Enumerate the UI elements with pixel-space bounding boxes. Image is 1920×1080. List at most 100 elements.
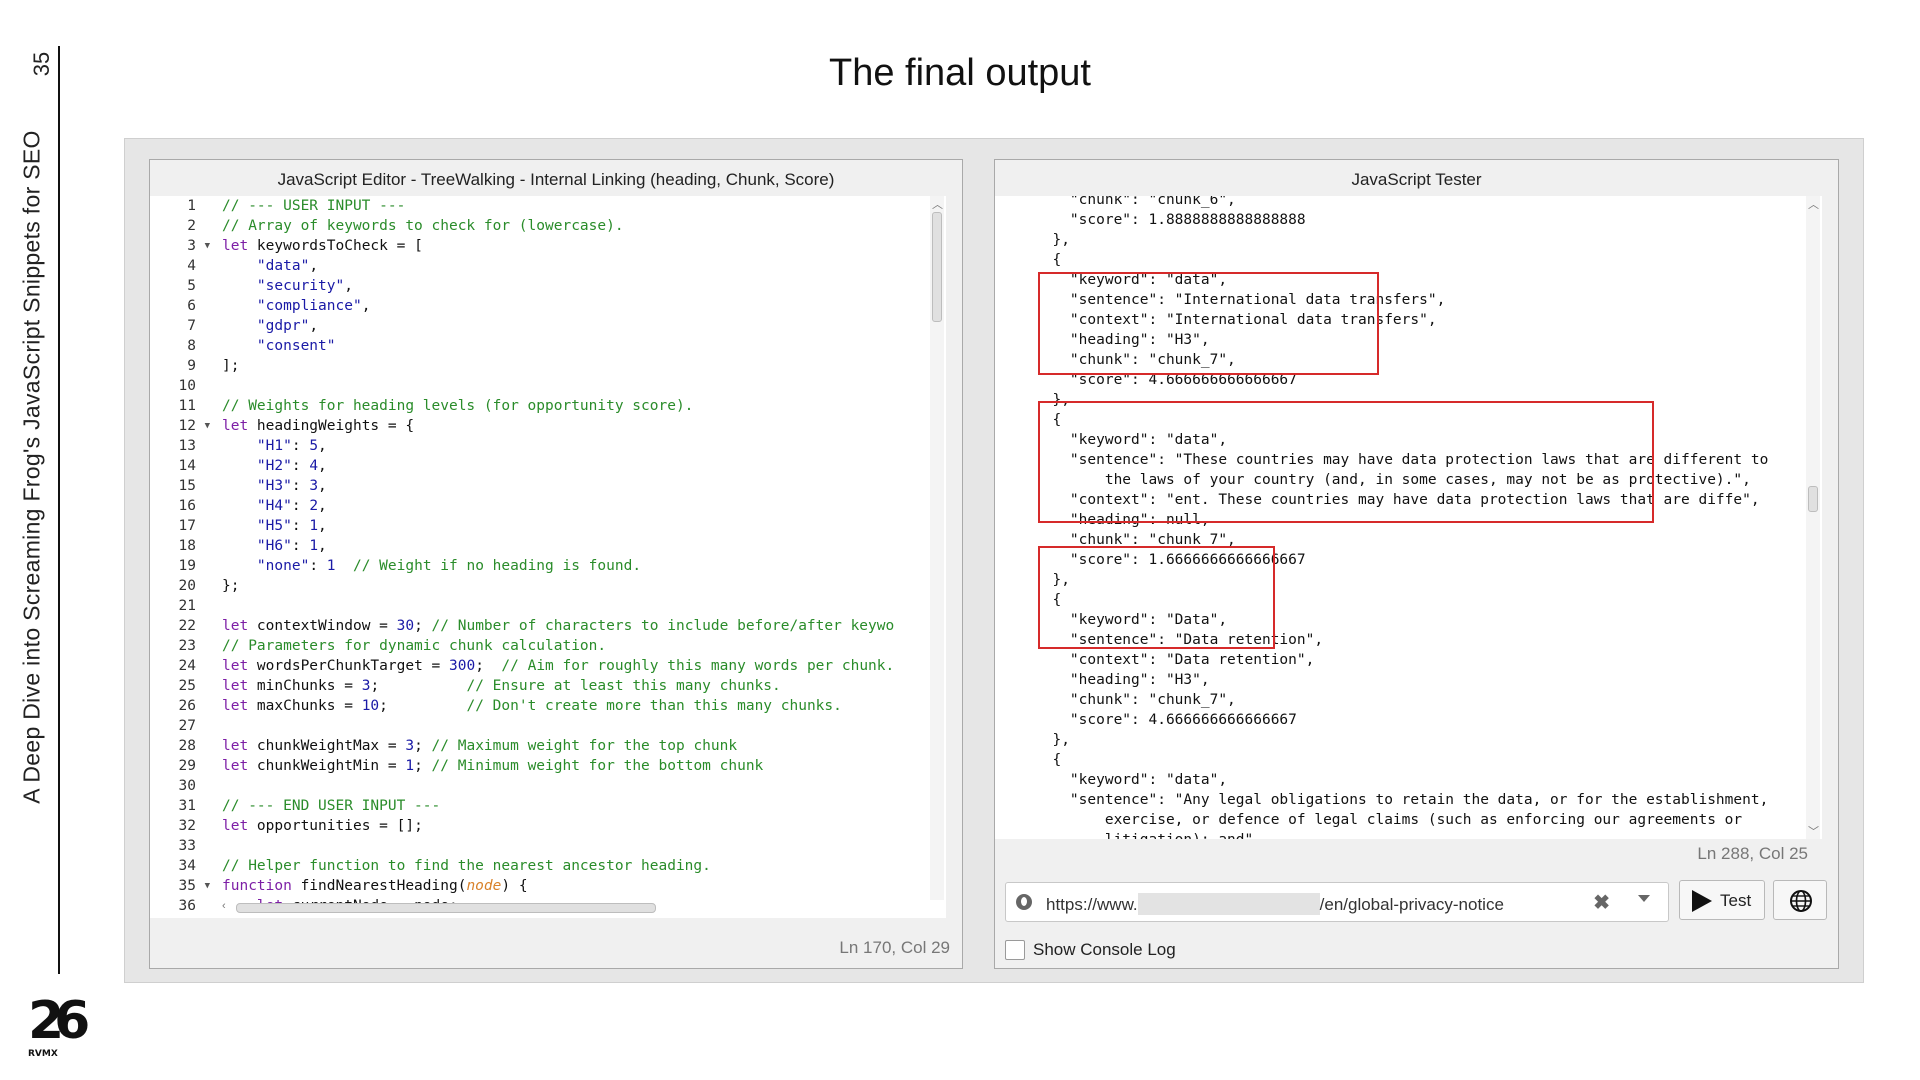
code-token: , [318, 538, 327, 554]
editor-vertical-scrollbar[interactable]: ︿ [930, 196, 944, 900]
code-token: "H2" [256, 458, 292, 474]
code-token: , [318, 498, 327, 514]
code-token: let [222, 678, 249, 694]
code-line[interactable] [222, 716, 946, 736]
show-console-log-checkbox[interactable] [1005, 940, 1025, 960]
tester-title: JavaScript Tester [1351, 170, 1482, 189]
code-line[interactable] [222, 776, 946, 796]
fold-arrow-icon[interactable]: ▼ [205, 416, 210, 436]
code-line[interactable]: let maxChunks = 10; // Don't create more… [222, 696, 946, 716]
tester-vertical-scroll-thumb[interactable] [1808, 486, 1818, 512]
url-text[interactable]: https://www./en/global-privacy-notice [1046, 893, 1504, 915]
url-input[interactable]: https://www./en/global-privacy-notice ✖ [1005, 882, 1669, 922]
code-line[interactable]: let chunkWeightMin = 1; // Minimum weigh… [222, 756, 946, 776]
code-line[interactable]: function findNearestHeading(node) { [222, 876, 946, 896]
code-token: headingWeights = { [248, 418, 415, 434]
line-number: 36 [178, 898, 196, 914]
code-line[interactable]: let headingWeights = { [222, 416, 946, 436]
code-line[interactable]: ]; [222, 356, 946, 376]
code-line[interactable]: "H4": 2, [222, 496, 946, 516]
line-number: 2 [187, 218, 196, 234]
scroll-left-arrow-icon[interactable]: ‹ [222, 900, 226, 912]
code-line[interactable]: let minChunks = 3; // Ensure at least th… [222, 676, 946, 696]
code-line[interactable]: let wordsPerChunkTarget = 300; // Aim fo… [222, 656, 946, 676]
code-token: : [291, 438, 310, 454]
code-content[interactable]: // --- USER INPUT --- // Array of keyword… [222, 196, 946, 918]
test-button-label: Test [1720, 891, 1752, 910]
code-line[interactable]: "H5": 1, [222, 516, 946, 536]
code-token: : [291, 458, 310, 474]
code-line[interactable]: "none": 1 // Weight if no heading is fou… [222, 556, 946, 576]
tester-vertical-scrollbar[interactable]: ︿ ﹀ [1806, 196, 1820, 839]
code-token: function [222, 878, 292, 894]
site-globe-icon [1016, 894, 1032, 910]
fold-arrow-icon[interactable]: ▼ [205, 916, 210, 918]
code-token: "none" [256, 558, 310, 574]
line-number: 37▼ [150, 916, 214, 918]
code-line[interactable]: let chunkWeightMax = 3; // Maximum weigh… [222, 736, 946, 756]
javascript-tester-panel: JavaScript Tester "chunk": "chunk_6", "s… [994, 159, 1839, 969]
output-line: "chunk": "chunk_7", [1035, 692, 1236, 708]
scroll-up-arrow-icon[interactable]: ︿ [932, 196, 943, 212]
chevron-down-icon[interactable] [1638, 895, 1650, 902]
code-line[interactable]: let contextWindow = 30; // Number of cha… [222, 616, 946, 636]
test-button[interactable]: Test [1679, 880, 1765, 920]
screenshot-frame: JavaScript Editor - TreeWalking - Intern… [124, 138, 1864, 983]
code-line[interactable]: "H3": 3, [222, 476, 946, 496]
code-line[interactable]: "compliance", [222, 296, 946, 316]
scroll-up-arrow-icon[interactable]: ︿ [1808, 196, 1819, 212]
code-line[interactable]: "H1": 5, [222, 436, 946, 456]
line-number: 3 ▼ [187, 236, 210, 256]
code-token: // Number of characters to include befor… [431, 618, 895, 634]
editor-horizontal-scroll-thumb[interactable] [236, 903, 656, 913]
code-line[interactable]: "H6": 1, [222, 536, 946, 556]
code-line[interactable]: // Array of keywords to check for (lower… [222, 216, 946, 236]
code-line[interactable]: // --- END USER INPUT --- [222, 796, 946, 816]
code-token: 4 [309, 458, 319, 474]
code-line[interactable]: // Helper function to find the nearest a… [222, 856, 946, 876]
code-line[interactable]: "consent" [222, 336, 946, 356]
code-line[interactable]: "gdpr", [222, 316, 946, 336]
line-number: 18 [178, 538, 196, 554]
output-line: exercise, or defence of legal claims (su… [1035, 812, 1743, 828]
line-number: 23 [178, 638, 196, 654]
code-line[interactable]: let keywordsToCheck = [ [222, 236, 946, 256]
browser-button[interactable] [1773, 880, 1827, 920]
editor-horizontal-scrollbar[interactable]: ‹ › [222, 900, 946, 916]
code-token: 2 [309, 498, 319, 514]
code-token: // Weight if no heading is found. [352, 558, 642, 574]
code-line[interactable]: // Weights for heading levels (for oppor… [222, 396, 946, 416]
code-line[interactable]: "H2": 4, [222, 456, 946, 476]
code-line[interactable]: // --- USER INPUT --- [222, 196, 946, 216]
output-line: }, [1035, 732, 1070, 748]
clear-icon[interactable]: ✖ [1593, 890, 1610, 915]
code-token: let [222, 238, 249, 254]
line-number: 21 [178, 598, 196, 614]
code-line[interactable]: "security", [222, 276, 946, 296]
code-editor[interactable]: 1 2 3 ▼ 4 5 6 7 8 9 10 11 12 ▼ 13 14 15 16 17 18 19 20 21 22 23 2… [150, 196, 946, 918]
code-line[interactable] [222, 376, 946, 396]
editor-vertical-scroll-thumb[interactable] [932, 212, 942, 322]
fold-arrow-icon[interactable]: ▼ [205, 876, 210, 896]
editor-cursor-status: Ln 170, Col 29 [839, 938, 950, 957]
code-line[interactable]: }; [222, 576, 946, 596]
code-line[interactable] [222, 596, 946, 616]
code-token: 1 [309, 538, 319, 554]
scroll-down-arrow-icon[interactable]: ﹀ [1808, 823, 1819, 839]
code-token: "data" [256, 258, 310, 274]
tester-output[interactable]: "chunk": "chunk_6", "score": 1.888888888… [995, 196, 1822, 839]
code-line[interactable]: "data", [222, 256, 946, 276]
fold-arrow-icon[interactable]: ▼ [205, 236, 210, 256]
code-line[interactable] [222, 836, 946, 856]
code-token: , [344, 278, 353, 294]
code-token: opportunities = []; [248, 818, 423, 834]
code-line[interactable]: // Parameters for dynamic chunk calculat… [222, 636, 946, 656]
code-line[interactable] [222, 916, 946, 918]
code-line[interactable]: let opportunities = []; [222, 816, 946, 836]
code-token: 1 [309, 518, 319, 534]
code-token: // Array of keywords to check for (lower… [222, 218, 624, 234]
code-token: ; [475, 658, 502, 674]
